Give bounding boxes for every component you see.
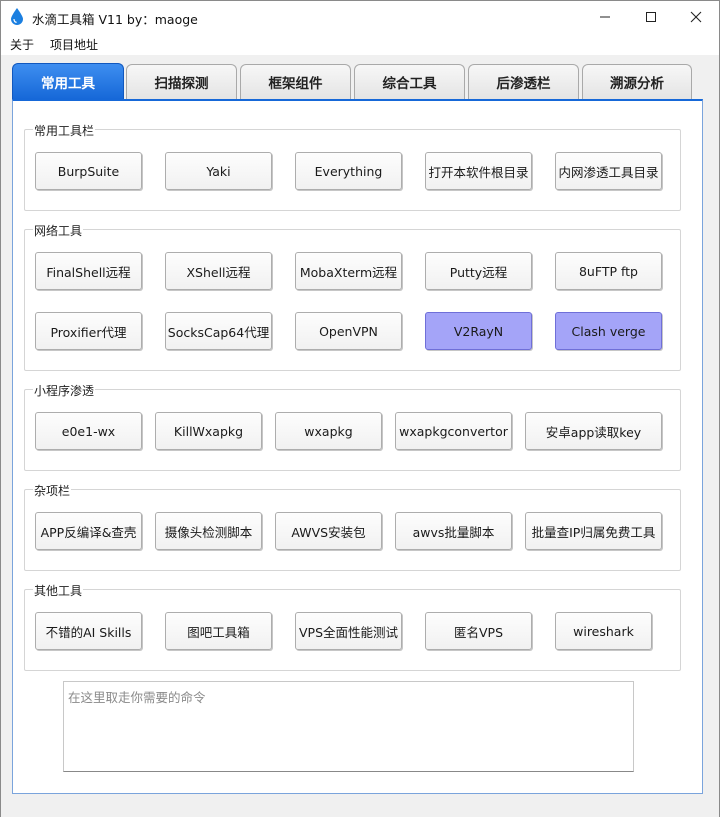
command-textbox[interactable]: 在这里取走你需要的命令 <box>63 681 634 772</box>
ip-lookup-button[interactable]: 批量查IP归属免费工具 <box>525 512 662 550</box>
close-button[interactable] <box>673 1 719 33</box>
anonymous-vps-button[interactable]: 匿名VPS <box>425 612 532 650</box>
tab-general-tools[interactable]: 综合工具 <box>354 64 465 99</box>
window-title: 水滴工具箱 V11 by：maoge <box>32 12 198 27</box>
mobaxterm-button[interactable]: MobaXterm远程 <box>295 252 402 290</box>
intranet-tools-dir-button[interactable]: 内网渗透工具目录 <box>555 152 662 190</box>
close-icon <box>690 11 702 23</box>
group-network-tools: 网络工具 FinalShell远程 XShell远程 MobaXterm远程 P… <box>24 222 681 371</box>
minimize-button[interactable] <box>582 1 628 33</box>
android-app-key-button[interactable]: 安卓app读取key <box>525 412 662 450</box>
group-title: 其他工具 <box>33 582 84 599</box>
tab-common-tools[interactable]: 常用工具 <box>12 63 124 99</box>
yaki-button[interactable]: Yaki <box>165 152 272 190</box>
tuba-toolbox-button[interactable]: 图吧工具箱 <box>165 612 272 650</box>
group-miniprogram-pentest: 小程序渗透 e0e1-wx KillWxapkg wxapkg wxapkgco… <box>24 382 681 471</box>
finalshell-button[interactable]: FinalShell远程 <box>35 252 142 290</box>
burpsuite-button[interactable]: BurpSuite <box>35 152 142 190</box>
tab-traceback[interactable]: 溯源分析 <box>582 64 692 99</box>
water-drop-icon <box>11 8 23 25</box>
camera-detect-button[interactable]: 摄像头检测脚本 <box>155 512 262 550</box>
menu-bar: 关于 项目地址 <box>1 33 719 55</box>
wxapkgconvertor-button[interactable]: wxapkgconvertor <box>395 412 512 450</box>
group-common-toolbar: 常用工具栏 BurpSuite Yaki Everything 打开本软件根目录… <box>24 122 681 211</box>
tab-control: 常用工具 扫描探测 框架组件 综合工具 后渗透栏 溯源分析 常用工具栏 Burp… <box>1 55 719 817</box>
awvs-batch-script-button[interactable]: awvs批量脚本 <box>395 512 512 550</box>
menu-about[interactable]: 关于 <box>10 36 34 53</box>
e0e1-wx-button[interactable]: e0e1-wx <box>35 412 142 450</box>
wireshark-button[interactable]: wireshark <box>555 612 652 650</box>
tab-post-exploit[interactable]: 后渗透栏 <box>468 64 579 99</box>
maximize-button[interactable] <box>628 1 674 33</box>
app-decompile-button[interactable]: APP反编译&查壳 <box>35 512 142 550</box>
tab-framework[interactable]: 框架组件 <box>240 64 351 99</box>
sockscap64-button[interactable]: SocksCap64代理 <box>165 312 272 350</box>
maximize-icon <box>646 12 656 22</box>
menu-project-url[interactable]: 项目地址 <box>50 36 98 53</box>
tab-panel-common-tools: 常用工具栏 BurpSuite Yaki Everything 打开本软件根目录… <box>12 99 703 794</box>
tab-scan-detect[interactable]: 扫描探测 <box>126 64 237 99</box>
awvs-installer-button[interactable]: AWVS安装包 <box>275 512 382 550</box>
group-title: 小程序渗透 <box>33 382 96 399</box>
wxapkg-button[interactable]: wxapkg <box>275 412 382 450</box>
8uftp-button[interactable]: 8uFTP ftp <box>555 252 662 290</box>
open-root-dir-button[interactable]: 打开本软件根目录 <box>425 152 532 190</box>
group-misc: 杂项栏 APP反编译&查壳 摄像头检测脚本 AWVS安装包 awvs批量脚本 批… <box>24 482 681 571</box>
app-window: 水滴工具箱 V11 by：maoge 关于 项目地址 常用工具 扫描探测 框架组… <box>0 0 720 817</box>
openvpn-button[interactable]: OpenVPN <box>295 312 402 350</box>
putty-button[interactable]: Putty远程 <box>425 252 532 290</box>
everything-button[interactable]: Everything <box>295 152 402 190</box>
group-title: 杂项栏 <box>33 482 72 499</box>
group-title: 常用工具栏 <box>33 122 96 139</box>
minimize-icon <box>600 16 610 18</box>
proxifier-button[interactable]: Proxifier代理 <box>35 312 142 350</box>
v2rayn-button[interactable]: V2RayN <box>425 312 532 350</box>
xshell-button[interactable]: XShell远程 <box>165 252 272 290</box>
group-other-tools: 其他工具 不错的AI Skills 图吧工具箱 VPS全面性能测试 匿名VPS … <box>24 582 681 671</box>
title-bar[interactable]: 水滴工具箱 V11 by：maoge <box>1 1 719 33</box>
group-title: 网络工具 <box>33 222 84 239</box>
clash-verge-button[interactable]: Clash verge <box>555 312 662 350</box>
ai-skills-button[interactable]: 不错的AI Skills <box>35 612 142 650</box>
killwxapkg-button[interactable]: KillWxapkg <box>155 412 262 450</box>
vps-benchmark-button[interactable]: VPS全面性能测试 <box>295 612 402 650</box>
